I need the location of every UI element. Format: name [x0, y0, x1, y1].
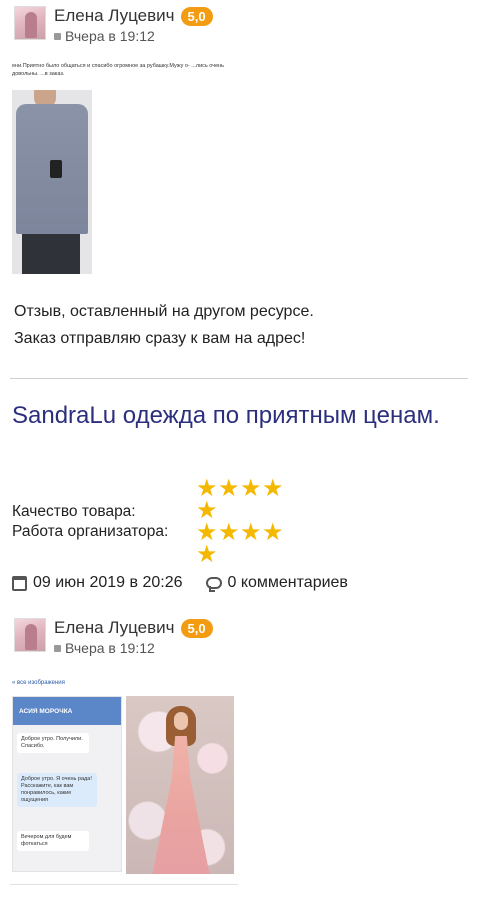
post-meta: 09 июн 2019 в 20:26 0 комментариев [12, 574, 348, 592]
star-icon: ★ [262, 475, 284, 502]
shirt-photo [12, 90, 92, 274]
chat-bubble: Доброе утро. Я очень рада! Расскажите, к… [17, 773, 97, 807]
post-header: Елена Луцевич 5,0 Вчера в 19:12 [14, 618, 213, 656]
star-rating: ★ ★ ★ ★ ★ [196, 519, 286, 568]
rating-label: Качество товара: [12, 503, 136, 520]
chat-title: АСИЯ МОРОЧКА [13, 697, 121, 725]
post-date-text: Вчера в 19:12 [65, 640, 155, 656]
shop-title[interactable]: SandraLu одежда по приятным ценам. [12, 400, 452, 431]
review-text-line: Отзыв, оставленный на другом ресурсе. [14, 303, 314, 320]
author-name[interactable]: Елена Луцевич [54, 618, 175, 638]
post-date-text: 09 июн 2019 в 20:26 [33, 574, 183, 591]
photo-dress [152, 736, 210, 874]
avatar[interactable] [14, 618, 46, 652]
rating-label: Работа организатора: [12, 523, 169, 540]
photo-face [174, 712, 188, 730]
star-icon: ★ [196, 541, 218, 568]
post-date-text: Вчера в 19:12 [65, 28, 155, 44]
photo-pants [22, 234, 80, 274]
lock-icon [54, 32, 61, 40]
divider [10, 884, 238, 885]
post-date: Вчера в 19:12 [54, 28, 213, 44]
review-text-line: Заказ отправляю сразу к вам на адрес! [14, 330, 306, 347]
author-line: Елена Луцевич 5,0 [54, 6, 213, 26]
rating-badge: 5,0 [180, 6, 213, 26]
divider [10, 378, 468, 379]
post-header: Елена Луцевич 5,0 Вчера в 19:12 [14, 6, 213, 44]
calendar-icon [12, 575, 27, 591]
author-name[interactable]: Елена Луцевич [54, 6, 175, 26]
ratings-block: Качество товара: ★ ★ ★ ★ ★ Работа органи… [12, 475, 312, 568]
chat-screenshot: АСИЯ МОРОЧКА Доброе утро. Получили. Спас… [12, 696, 122, 872]
star-icon: ★ [262, 519, 284, 546]
rating-badge: 5,0 [180, 618, 213, 638]
image-caption: « все изображения [12, 680, 65, 686]
rating-row-quality: Качество товара: ★ ★ ★ ★ ★ [12, 475, 312, 523]
author-block: Елена Луцевич 5,0 Вчера в 19:12 [54, 6, 213, 44]
review-text: Отзыв, оставленный на другом ресурсе. За… [14, 298, 314, 352]
review-image[interactable]: ени.Приятно было общаться и спасибо огро… [12, 62, 242, 274]
star-icon: ★ [240, 519, 262, 546]
author-line: Елена Луцевич 5,0 [54, 618, 213, 638]
photo-phone [50, 160, 62, 178]
dress-photo [126, 696, 234, 874]
star-icon: ★ [240, 475, 262, 502]
star-icon: ★ [218, 475, 240, 502]
star-rating: ★ ★ ★ ★ ★ [196, 475, 286, 523]
avatar[interactable] [14, 6, 46, 40]
author-block: Елена Луцевич 5,0 Вчера в 19:12 [54, 618, 213, 656]
star-icon: ★ [218, 519, 240, 546]
post-date: Вчера в 19:12 [54, 640, 213, 656]
comments-icon [206, 577, 223, 592]
chat-bubble: Вечером для будем фоткаться [17, 831, 89, 851]
review-image[interactable]: « все изображения АСИЯ МОРОЧКА Доброе ут… [12, 680, 240, 876]
lock-icon [54, 644, 61, 652]
rating-row-organizer: Работа организатора: ★ ★ ★ ★ ★ [12, 519, 312, 568]
comments-link[interactable]: 0 комментариев [227, 574, 347, 592]
chat-bubble: Доброе утро. Получили. Спасибо. [17, 733, 89, 753]
image-caption: ени.Приятно было общаться и спасибо огро… [12, 63, 225, 77]
